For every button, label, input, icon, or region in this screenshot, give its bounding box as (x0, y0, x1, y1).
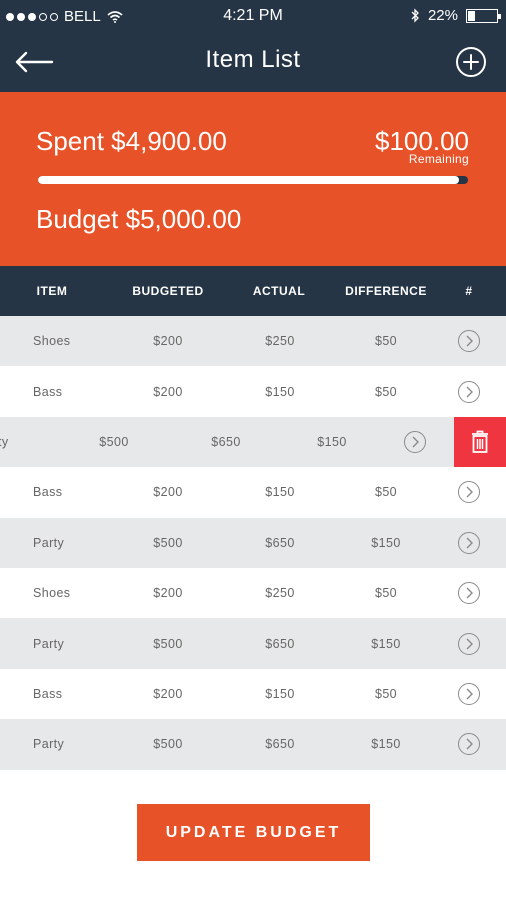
delete-button[interactable] (454, 416, 506, 468)
status-bar: BELL 4:21 PM 22% (0, 0, 506, 32)
row-difference: $50 (374, 586, 398, 601)
page-title: Item List (205, 46, 301, 73)
table-row[interactable]: Party $500 $650 $150 (0, 517, 506, 568)
remaining-label: Remaining (408, 152, 469, 166)
row-actual: $650 (265, 636, 295, 651)
row-budgeted: $200 (153, 485, 183, 500)
row-item: Bass (33, 485, 63, 500)
chevron-right-icon[interactable] (458, 380, 480, 403)
chevron-right-icon[interactable] (458, 682, 480, 705)
row-budgeted: $500 (99, 434, 129, 449)
budget-amount: Budget $5,000.00 (36, 204, 242, 234)
row-budgeted: $500 (153, 737, 183, 752)
row-item: Party (33, 737, 65, 752)
row-difference: $50 (374, 334, 398, 349)
budget-progress-bar (38, 176, 468, 184)
table-row[interactable]: Shoes $200 $250 $50 (0, 567, 506, 619)
spent-amount: Spent $4,900.00 (36, 126, 227, 156)
row-item: Party (33, 636, 65, 651)
chevron-right-icon[interactable] (458, 632, 480, 655)
header-actual: ACTUAL (252, 284, 306, 298)
update-budget-button[interactable]: UPDATE BUDGET (137, 804, 370, 861)
table-row[interactable]: Bass $200 $150 $50 (0, 668, 506, 720)
row-item: Shoes (33, 586, 71, 601)
header-item: ITEM (36, 284, 68, 298)
row-budgeted: $200 (153, 334, 183, 349)
table-row[interactable]: Bass $200 $150 $50 (0, 467, 506, 518)
row-actual: $150 (265, 384, 295, 399)
plus-circle-icon[interactable] (454, 45, 488, 79)
row-item: Bass (33, 384, 63, 399)
table-header: ITEM BUDGETED ACTUAL DIFFERENCE # (0, 266, 506, 316)
nav-bar: Item List (0, 32, 506, 92)
row-difference: $150 (371, 636, 401, 651)
chevron-right-icon[interactable] (458, 531, 480, 554)
table-row[interactable]: Bass $200 $150 $50 (0, 366, 506, 417)
battery-icon (466, 8, 501, 23)
chevron-right-icon[interactable] (404, 430, 426, 453)
battery-percent: 22% (427, 7, 458, 24)
row-actual: $250 (265, 586, 295, 601)
row-difference: $50 (374, 686, 398, 701)
row-item: Party (33, 535, 65, 550)
header-difference: DIFFERENCE (345, 284, 427, 298)
row-budgeted: $500 (153, 535, 183, 550)
budget-summary: Spent $4,900.00 $100.00 Remaining Budget… (0, 92, 506, 266)
chevron-right-icon[interactable] (458, 582, 480, 605)
row-budgeted: $200 (153, 586, 183, 601)
row-difference: $150 (317, 434, 347, 449)
row-difference: $50 (374, 485, 398, 500)
row-item: Bass (33, 686, 63, 701)
table-row[interactable]: Shoes $200 $250 $50 (0, 316, 506, 367)
row-item: Shoes (33, 334, 71, 349)
status-right: 22% (410, 7, 501, 24)
row-difference: $50 (374, 384, 398, 399)
item-list: Shoes $200 $250 $50 Bass $200 $150 $50 ty $500 $65… (0, 316, 506, 770)
bluetooth-icon (411, 8, 419, 23)
row-actual: $250 (265, 334, 295, 349)
row-budgeted: $200 (153, 686, 183, 701)
trash-icon (472, 430, 488, 453)
chevron-right-icon[interactable] (458, 733, 480, 756)
table-row[interactable]: Party $500 $650 $150 (0, 719, 506, 770)
row-item: ty (0, 434, 9, 449)
row-actual: $150 (265, 686, 295, 701)
row-actual: $650 (265, 535, 295, 550)
budget-progress-fill (38, 176, 460, 184)
table-row[interactable]: Party $500 $650 $150 (0, 618, 506, 669)
header-budgeted: BUDGETED (132, 284, 204, 298)
chevron-right-icon[interactable] (458, 330, 480, 353)
row-actual: $650 (265, 737, 295, 752)
header-number: # (465, 284, 473, 298)
table-row[interactable]: ty $500 $650 $150 (0, 416, 506, 468)
row-difference: $150 (371, 737, 401, 752)
row-budgeted: $200 (153, 384, 183, 399)
row-budgeted: $500 (153, 636, 183, 651)
row-difference: $150 (371, 535, 401, 550)
row-actual: $650 (211, 434, 241, 449)
chevron-right-icon[interactable] (458, 481, 480, 504)
row-actual: $150 (265, 485, 295, 500)
